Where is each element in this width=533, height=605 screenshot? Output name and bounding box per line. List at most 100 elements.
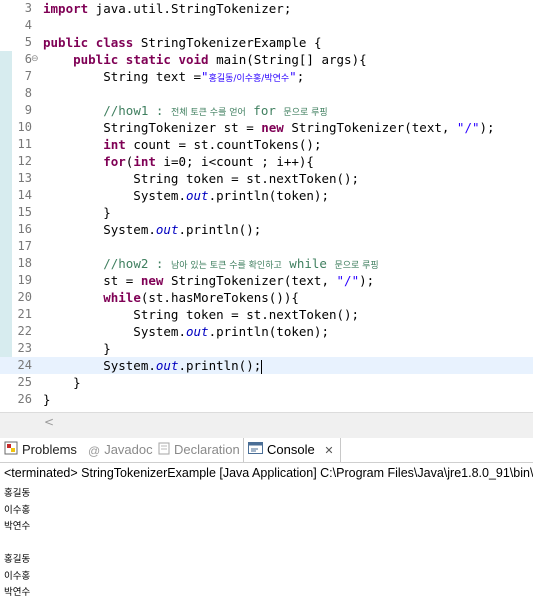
tab-problems[interactable]: Problems: [4, 438, 77, 462]
tab-javadoc-label: Javadoc: [104, 442, 153, 457]
code-token: .println();: [178, 358, 262, 373]
code-token: java.util.StringTokenizer;: [88, 1, 292, 16]
code-line[interactable]: 9 //how1 : 전체 토큰 수를 얻어 for 문으로 루핑: [0, 102, 533, 119]
code-token: "/": [456, 120, 480, 135]
code-token: "/": [336, 273, 360, 288]
code-line[interactable]: 20 while(st.hasMoreTokens()){: [0, 289, 533, 306]
code-line[interactable]: 23 }: [0, 340, 533, 357]
code-line[interactable]: 22 System.out.println(token);: [0, 323, 533, 340]
code-text: }: [43, 204, 111, 221]
code-text: while(st.hasMoreTokens()){: [43, 289, 299, 306]
console-view[interactable]: <terminated> StringTokenizerExample [Jav…: [0, 463, 533, 605]
code-token: out: [155, 358, 179, 373]
line-number: 11: [17, 137, 32, 151]
code-token: static: [125, 52, 171, 67]
code-token: while: [103, 290, 141, 305]
code-token: 홍길동/이수홍/박연수: [208, 74, 290, 84]
code-token: StringTokenizer(text,: [283, 120, 457, 135]
code-text: public class StringTokenizerExample {: [43, 34, 321, 51]
code-token: System.: [43, 358, 156, 373]
tab-declaration[interactable]: Declaration: [158, 438, 240, 462]
line-number: 24: [17, 358, 32, 372]
code-text: }: [43, 374, 81, 391]
code-text: int count = st.countTokens();: [43, 136, 321, 153]
code-token: ;: [296, 69, 305, 84]
line-number: 17: [17, 239, 32, 253]
code-token: .println();: [178, 222, 262, 237]
line-number: 7: [24, 69, 32, 83]
horizontal-scrollbar[interactable]: <: [38, 412, 533, 433]
code-line[interactable]: 25 }: [0, 374, 533, 391]
code-line[interactable]: 4: [0, 17, 533, 34]
code-token: 전체 토큰 수를 얻어: [170, 108, 246, 118]
console-output-line: 박연수: [4, 521, 31, 532]
code-token: }: [43, 205, 111, 220]
code-line[interactable]: 17: [0, 238, 533, 255]
code-token: );: [479, 120, 495, 135]
fold-toggle-icon[interactable]: ⊖: [31, 51, 39, 68]
line-number: 13: [17, 171, 32, 185]
line-number: 16: [17, 222, 32, 236]
code-line[interactable]: 7 String text ="홍길동/이수홍/박연수";: [0, 68, 533, 85]
code-token: .println(token);: [208, 324, 329, 339]
code-token: StringTokenizerExample {: [133, 35, 322, 50]
code-text: System.out.println();: [43, 357, 263, 374]
code-text: st = new StringTokenizer(text, "/");: [43, 272, 374, 289]
console-output-line: 이수홍: [4, 504, 31, 516]
line-number: 9: [24, 103, 32, 117]
code-line[interactable]: 26}: [0, 391, 533, 408]
code-token: System.: [43, 188, 186, 203]
code-token: main(String[] args){: [208, 52, 367, 67]
code-token: //how2 :: [103, 256, 171, 271]
code-text: String token = st.nextToken();: [43, 170, 359, 187]
code-line[interactable]: 16 System.out.println();: [0, 221, 533, 238]
code-editor[interactable]: 3 import java.util.StringTokenizer; 4 5 publ…: [0, 0, 533, 412]
code-token: while: [281, 256, 335, 271]
code-token: public: [73, 52, 119, 67]
tab-javadoc[interactable]: @ Javadoc: [88, 438, 153, 462]
code-line[interactable]: 19 st = new StringTokenizer(text, "/");: [0, 272, 533, 289]
code-token: for: [103, 154, 126, 169]
javadoc-icon: @: [88, 443, 101, 458]
code-line[interactable]: 21 String token = st.nextToken();: [0, 306, 533, 323]
code-line[interactable]: 15 }: [0, 204, 533, 221]
code-token: 문으로 루핑: [283, 108, 328, 118]
code-token: public: [43, 35, 89, 50]
code-token: out: [186, 324, 209, 339]
code-token: StringTokenizer(text,: [163, 273, 337, 288]
code-token: void: [178, 52, 209, 67]
code-token: class: [95, 35, 134, 50]
code-line[interactable]: 3 import java.util.StringTokenizer;: [0, 0, 533, 17]
code-text: import java.util.StringTokenizer;: [43, 0, 291, 17]
code-line[interactable]: 10 StringTokenizer st = new StringTokeni…: [0, 119, 533, 136]
code-token: //how1 :: [103, 103, 171, 118]
code-text: System.out.println();: [43, 221, 261, 238]
code-line[interactable]: 18 //how2 : 남아 있는 토큰 수를 확인하고 while 문으로 루…: [0, 255, 533, 272]
close-icon[interactable]: ✕: [324, 445, 333, 457]
line-number: 20: [17, 290, 32, 304]
scroll-left-icon[interactable]: <: [44, 415, 54, 429]
code-line[interactable]: 5 public class StringTokenizerExample {: [0, 34, 533, 51]
code-token: 문으로 루핑: [334, 261, 379, 271]
code-token: .println(token);: [208, 188, 329, 203]
line-number: 10: [17, 120, 32, 134]
code-line[interactable]: 12 for(int i=0; i<count ; i++){: [0, 153, 533, 170]
console-output-line: 홍길동: [4, 488, 31, 499]
line-number: 14: [17, 188, 32, 202]
code-line[interactable]: 11 int count = st.countTokens();: [0, 136, 533, 153]
code-line[interactable]: 6 ⊖ public static void main(String[] args…: [0, 51, 533, 68]
line-number: 12: [17, 154, 32, 168]
code-line[interactable]: 8: [0, 85, 533, 102]
tab-console[interactable]: Console ✕: [243, 438, 341, 462]
code-text: public static void main(String[] args){: [43, 51, 367, 68]
code-line[interactable]: 24 System.out.println();: [0, 357, 533, 374]
code-line[interactable]: 13 String token = st.nextToken();: [0, 170, 533, 187]
line-number: 15: [17, 205, 32, 219]
code-text: }: [43, 391, 51, 408]
code-line[interactable]: 14 System.out.println(token);: [0, 187, 533, 204]
problems-icon: [4, 439, 18, 463]
